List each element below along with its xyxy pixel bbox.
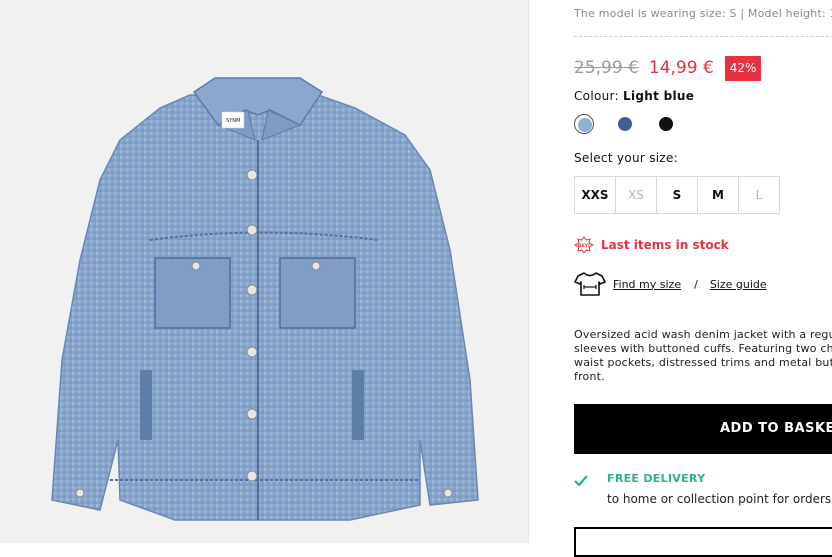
colour-row: Colour: Light blue: [574, 89, 694, 103]
discount-badge: 42%: [724, 55, 762, 81]
model-info-text: The model is wearing size: S | Model hei…: [574, 7, 832, 20]
old-price: 25,99 €: [574, 58, 639, 78]
hey-badge-icon: HEY!: [574, 236, 594, 254]
size-xxs[interactable]: XXS: [575, 177, 616, 213]
product-info-panel: The model is wearing size: S | Model hei…: [574, 0, 832, 557]
description-line: front.: [574, 370, 605, 383]
colour-value: Light blue: [623, 89, 695, 103]
sale-price: 14,99 €: [648, 58, 714, 78]
description-line: sleeves with buttoned cuffs. Featuring t…: [574, 342, 832, 355]
description-line: Oversized acid wash denim jacket with a …: [574, 328, 832, 341]
delivery-title: FREE DELIVERY: [607, 472, 706, 485]
find-my-size-link[interactable]: Find my size: [613, 278, 681, 291]
size-selector: XXS XS S M L: [574, 176, 780, 214]
panel-divider: [528, 0, 529, 543]
size-s[interactable]: S: [657, 177, 698, 213]
swatch-light-blue[interactable]: [574, 114, 594, 134]
product-description: Oversized acid wash denim jacket with a …: [574, 328, 832, 384]
link-separator: /: [694, 277, 698, 291]
delivery-subtitle: to home or collection point for orders: [607, 492, 832, 506]
select-size-label: Select your size:: [574, 151, 679, 165]
dashed-divider: [574, 36, 832, 37]
size-xs[interactable]: XS: [616, 177, 657, 213]
secondary-button[interactable]: [574, 527, 832, 557]
swatch-mid-blue[interactable]: [615, 114, 635, 134]
colour-label: Colour:: [574, 89, 619, 103]
stock-notice: HEY! Last items in stock: [574, 236, 729, 254]
description-line: waist pockets, distressed trims and meta…: [574, 356, 832, 369]
hey-badge-text: HEY!: [578, 243, 590, 249]
size-help-row: Find my size / Size guide: [574, 271, 767, 297]
tag-label: SYNM: [226, 118, 240, 124]
swatch-black[interactable]: [656, 114, 676, 134]
price-row: 25,99 € 14,99 € 42%: [574, 55, 762, 81]
size-l[interactable]: L: [739, 177, 779, 213]
product-image-panel[interactable]: SYNM: [0, 0, 528, 543]
size-m[interactable]: M: [698, 177, 739, 213]
add-to-basket-button[interactable]: ADD TO BASKET: [574, 404, 832, 454]
stock-text: Last items in stock: [601, 238, 729, 252]
denim-jacket-image: SYNM: [51, 77, 479, 521]
size-guide-link[interactable]: Size guide: [710, 278, 767, 291]
tshirt-icon: [574, 272, 606, 296]
check-icon: [574, 475, 588, 486]
